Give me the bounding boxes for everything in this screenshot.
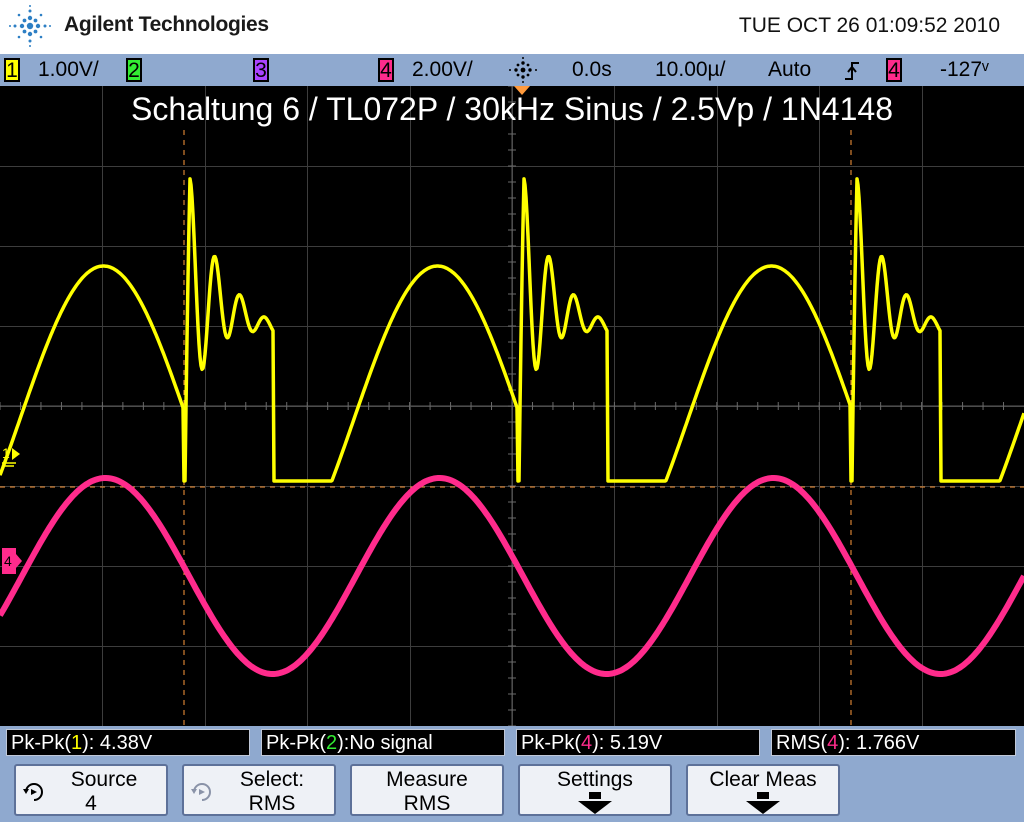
timebase: 10.00µ/ — [655, 58, 726, 81]
measurement-pkpk-ch1: Pk-Pk(1): 4.38V — [6, 729, 250, 756]
horizontal-delay: 0.0s — [572, 58, 612, 81]
measurement-rms-ch4: RMS(4): 1.766V — [771, 729, 1016, 756]
ch1-marker-label: 1 — [2, 445, 10, 461]
delay-knob-icon — [509, 57, 537, 83]
submenu-arrow-stem — [757, 792, 769, 799]
meas-value: ): 1.766V — [838, 732, 920, 754]
meas-prefix: RMS( — [776, 732, 828, 754]
meas-value: ): 4.38V — [82, 732, 153, 754]
submenu-arrow-icon — [746, 801, 780, 814]
meas-prefix: Pk-Pk( — [521, 732, 581, 754]
channel-status-bar: 1 1.00V/ 2 3 4 2.00V/ 0.0s 10.00µ/ Auto … — [0, 54, 1024, 86]
waveform-display[interactable]: 1 4 Schaltung 6 / TL072P / 30kHz Sinus /… — [0, 86, 1024, 726]
entry-knob-icon — [191, 783, 211, 801]
clear-meas-label: Clear Meas — [709, 768, 817, 791]
clear-meas-softkey[interactable]: Clear Meas — [686, 764, 840, 816]
measurement-bar: Pk-Pk(1): 4.38V Pk-Pk(2):No signal Pk-Pk… — [0, 726, 1024, 758]
measurement-pkpk-ch4: Pk-Pk(4): 5.19V — [516, 729, 760, 756]
trigger-rising-edge-icon — [845, 62, 859, 80]
trigger-source-indicator[interactable]: 4 — [886, 58, 902, 83]
meas-value: ):No signal — [337, 732, 433, 754]
settings-label: Settings — [557, 768, 633, 791]
ch4-indicator[interactable]: 4 — [378, 58, 394, 83]
meas-channel: 1 — [71, 732, 83, 754]
title-bar: Agilent Technologies TUE OCT 26 01:09:52… — [0, 0, 1024, 54]
agilent-spark-logo-icon — [9, 5, 51, 47]
date-time: TUE OCT 26 01:09:52 2010 — [738, 14, 1000, 37]
screen-annotation: Schaltung 6 / TL072P / 30kHz Sinus / 2.5… — [131, 91, 893, 127]
meas-prefix: Pk-Pk( — [11, 732, 71, 754]
trigger-mode: Auto — [768, 58, 812, 81]
meas-channel: 4 — [827, 732, 839, 754]
softkey-bar: Source 4 Select: RMS Measure RMS Setting… — [0, 758, 1024, 822]
submenu-arrow-stem — [589, 792, 601, 799]
waveform-graticule: 1 4 Schaltung 6 / TL072P / 30kHz Sinus /… — [0, 86, 1024, 726]
measure-value: RMS — [403, 792, 451, 815]
measurement-pkpk-ch2: Pk-Pk(2):No signal — [261, 729, 505, 756]
brand-name: Agilent Technologies — [64, 13, 269, 36]
ch4-scale: 2.00V/ — [412, 58, 473, 81]
measure-label: Measure — [386, 768, 468, 791]
meas-value: ): 5.19V — [592, 732, 663, 754]
source-softkey[interactable]: Source 4 — [14, 764, 168, 816]
ch3-indicator[interactable]: 3 — [253, 58, 269, 83]
select-softkey[interactable]: Select: RMS — [182, 764, 336, 816]
settings-softkey[interactable]: Settings — [518, 764, 672, 816]
entry-knob-icon — [23, 783, 43, 801]
graticule-grid — [0, 86, 1024, 726]
meas-channel: 2 — [326, 732, 338, 754]
ch4-marker-label: 4 — [4, 553, 12, 569]
ch2-indicator[interactable]: 2 — [126, 58, 142, 83]
measure-softkey[interactable]: Measure RMS — [350, 764, 504, 816]
ch1-scale: 1.00V/ — [38, 58, 99, 81]
ch1-indicator[interactable]: 1 — [4, 58, 20, 83]
meas-prefix: Pk-Pk( — [266, 732, 326, 754]
trigger-level: -127ᵛ — [940, 58, 989, 81]
submenu-arrow-icon — [578, 801, 612, 814]
meas-channel: 4 — [581, 732, 593, 754]
